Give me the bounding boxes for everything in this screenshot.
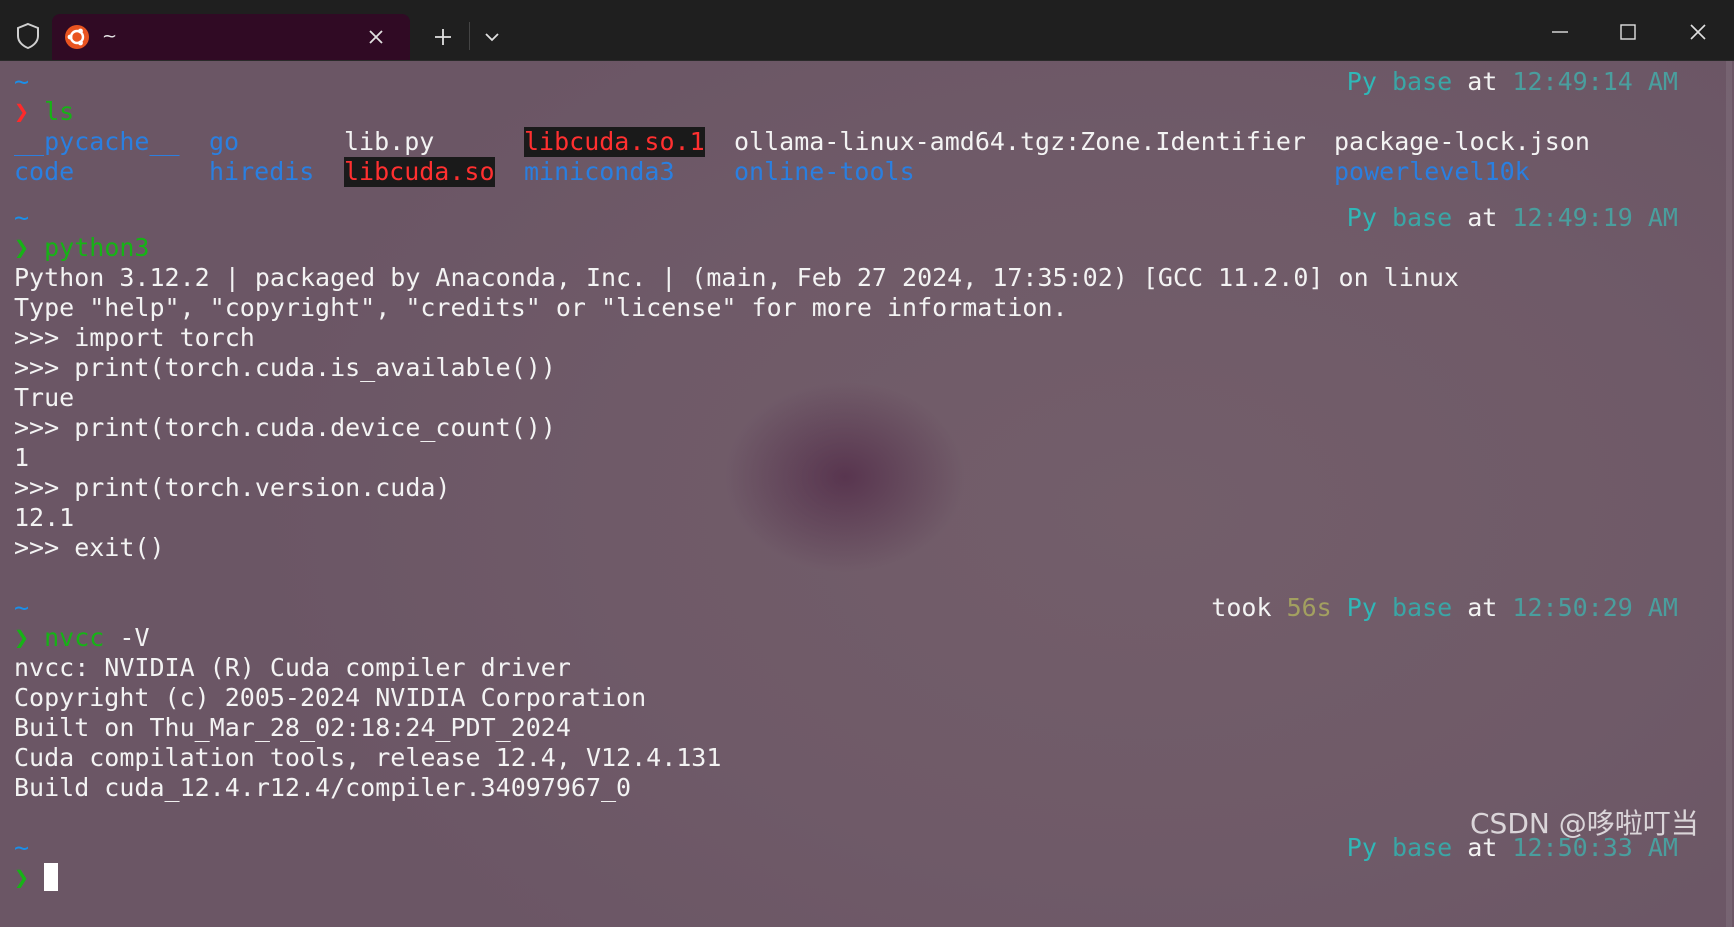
prompt-line: ❯ nvcc -V bbox=[14, 623, 150, 653]
ls-entry-dir: online-tools bbox=[734, 157, 915, 186]
cwd-label: ~ bbox=[14, 833, 30, 862]
toolbar-divider bbox=[469, 22, 470, 50]
prompt-arrow-icon: ❯ bbox=[14, 233, 30, 262]
command-text: nvcc bbox=[44, 623, 105, 652]
env-name: base bbox=[1391, 203, 1453, 232]
ls-entry-dir: __pycache__ bbox=[14, 127, 180, 156]
close-icon[interactable] bbox=[1678, 14, 1718, 50]
output-line: Type "help", "copyright", "credits" or "… bbox=[14, 293, 1068, 322]
tab-home[interactable]: ~ bbox=[52, 14, 410, 60]
prompt-line: ❯ ls bbox=[14, 97, 74, 127]
ls-entry-file: ollama-linux-amd64.tgz:Zone.Identifier bbox=[734, 127, 1306, 156]
output-line: Python 3.12.2 | packaged by Anaconda, In… bbox=[14, 263, 1459, 292]
minimize-icon[interactable] bbox=[1540, 14, 1580, 50]
status-segment: Py base at 12:49:14 AM bbox=[1347, 67, 1678, 97]
ls-entry-dir: powerlevel10k bbox=[1334, 157, 1530, 186]
command-args: -V bbox=[104, 623, 150, 652]
close-icon[interactable] bbox=[365, 26, 387, 48]
timestamp: 12:49:19 AM bbox=[1512, 203, 1678, 232]
output-line: >>> exit() bbox=[14, 533, 165, 562]
plus-icon[interactable] bbox=[430, 24, 456, 50]
output-line: Copyright (c) 2005-2024 NVIDIA Corporati… bbox=[14, 683, 647, 712]
ls-entry-broken-link: libcuda.so.1 bbox=[524, 127, 705, 157]
output-line: >>> print(torch.cuda.is_available()) bbox=[14, 353, 556, 382]
output-line: Built on Thu_Mar_28_02:18:24_PDT_2024 bbox=[14, 713, 571, 742]
ls-entry-dir: miniconda3 bbox=[524, 157, 675, 186]
took-label: took bbox=[1211, 593, 1272, 622]
env-name: base bbox=[1391, 67, 1453, 96]
status-segment: Py base at 12:49:19 AM bbox=[1347, 203, 1678, 233]
prompt-arrow-icon: ❯ bbox=[14, 623, 30, 652]
ls-entry-file: package-lock.json bbox=[1334, 127, 1590, 156]
python-label: Py bbox=[1346, 593, 1377, 622]
env-name: base bbox=[1391, 593, 1453, 622]
output-line: >>> print(torch.version.cuda) bbox=[14, 473, 451, 502]
ls-entry-file: lib.py bbox=[344, 127, 435, 156]
output-line: 1 bbox=[14, 443, 30, 472]
at-label: at bbox=[1467, 593, 1498, 622]
terminal-pane[interactable]: ~ Py base at 12:49:14 AM ❯ ls __pycache_… bbox=[0, 61, 1734, 927]
output-line: True bbox=[14, 383, 75, 412]
output-line: Cuda compilation tools, release 12.4, V1… bbox=[14, 743, 722, 772]
chevron-down-icon[interactable] bbox=[480, 26, 504, 48]
ls-entry-dir: hiredis bbox=[209, 157, 315, 186]
took-duration: 56s bbox=[1286, 593, 1332, 622]
command-text: python3 bbox=[44, 233, 150, 262]
status-segment: took 56s Py base at 12:50:29 AM bbox=[1211, 593, 1678, 623]
env-name: base bbox=[1391, 833, 1453, 862]
timestamp: 12:49:14 AM bbox=[1512, 67, 1678, 96]
output-line: Build cuda_12.4.r12.4/compiler.34097967_… bbox=[14, 773, 632, 802]
shield-icon[interactable] bbox=[15, 22, 41, 50]
ls-entry-broken-link: libcuda.so bbox=[344, 157, 495, 187]
terminal-window: ~ ~ Py base at 12:49:14 AM ❯ ls __pycach bbox=[0, 0, 1734, 927]
maximize-icon[interactable] bbox=[1608, 14, 1648, 50]
title-bar: ~ bbox=[0, 0, 1734, 61]
output-line: nvcc: NVIDIA (R) Cuda compiler driver bbox=[14, 653, 571, 682]
at-label: at bbox=[1467, 203, 1498, 232]
prompt-arrow-icon: ❯ bbox=[14, 97, 30, 126]
prompt-line[interactable]: ❯ bbox=[14, 863, 59, 893]
python-label: Py bbox=[1346, 833, 1377, 862]
output-line: 12.1 bbox=[14, 503, 75, 532]
cwd-label: ~ bbox=[14, 593, 30, 622]
prompt-line: ❯ python3 bbox=[14, 233, 149, 263]
python-label: Py bbox=[1346, 67, 1377, 96]
output-line: >>> print(torch.cuda.device_count()) bbox=[14, 413, 556, 442]
ls-entry-dir: go bbox=[209, 127, 240, 156]
scrollbar[interactable] bbox=[1726, 61, 1732, 927]
prompt-arrow-icon: ❯ bbox=[14, 863, 30, 892]
tab-title: ~ bbox=[102, 26, 118, 47]
output-line: >>> import torch bbox=[14, 323, 255, 352]
cwd-label: ~ bbox=[14, 67, 30, 96]
ls-entry-dir: code bbox=[14, 157, 75, 186]
python-label: Py bbox=[1346, 203, 1377, 232]
ubuntu-logo-icon bbox=[65, 25, 89, 49]
watermark: CSDN @哆啦叮当 bbox=[1470, 807, 1699, 840]
cwd-label: ~ bbox=[14, 203, 30, 232]
timestamp: 12:50:29 AM bbox=[1512, 593, 1678, 622]
text-cursor[interactable] bbox=[44, 863, 59, 891]
command-text: ls bbox=[44, 97, 75, 126]
at-label: at bbox=[1467, 67, 1498, 96]
